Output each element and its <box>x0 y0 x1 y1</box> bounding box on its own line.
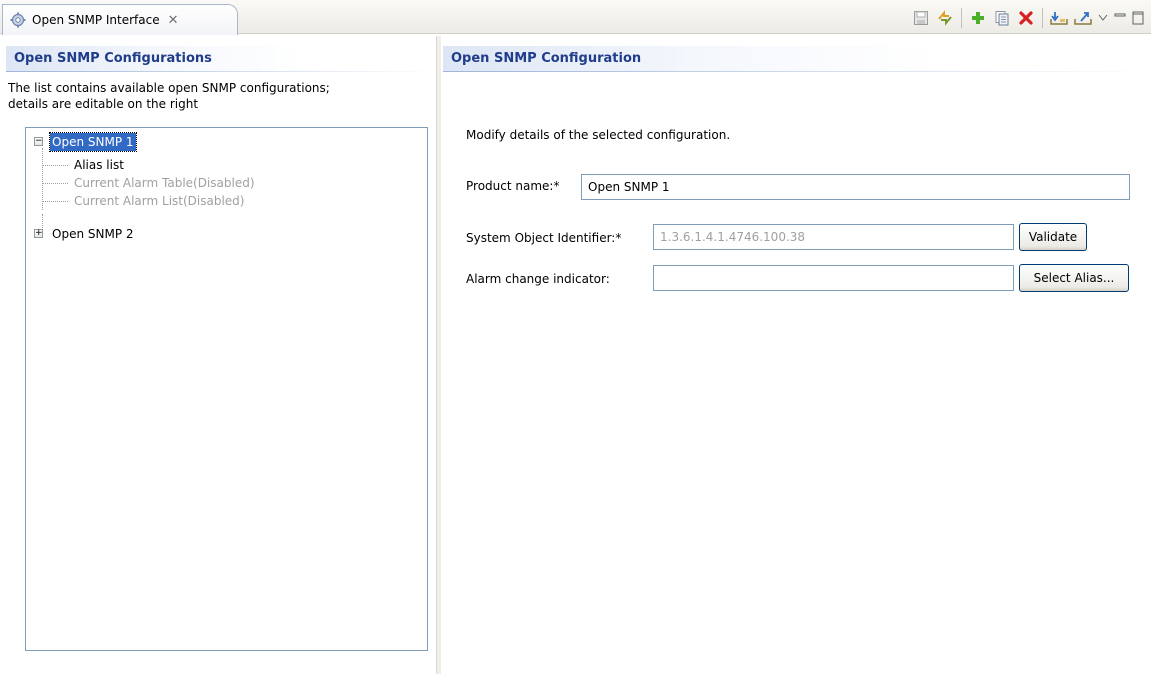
toolbar-separator <box>961 8 962 28</box>
tree-item-label: Current Alarm Table(Disabled) <box>74 176 255 190</box>
configuration-tree[interactable]: − Open SNMP 1 Alias list Current Alarm T… <box>25 127 428 651</box>
tree-connector <box>42 183 68 184</box>
tree-connector <box>42 201 68 202</box>
save-icon[interactable] <box>909 7 933 29</box>
left-description-line2: details are editable on the right <box>8 97 199 111</box>
alarm-change-indicator-field[interactable] <box>653 265 1014 291</box>
collapse-icon[interactable]: − <box>34 137 43 146</box>
refresh-icon[interactable] <box>933 7 957 29</box>
right-description: Modify details of the selected configura… <box>466 128 731 142</box>
tree-item-label[interactable]: Alias list <box>72 156 126 174</box>
copy-icon[interactable] <box>990 7 1014 29</box>
left-description-line1: The list contains available open SNMP co… <box>8 81 330 95</box>
tree-connector <box>42 165 68 166</box>
export-icon[interactable] <box>1071 7 1095 29</box>
alarm-change-indicator-label: Alarm change indicator: <box>466 272 610 286</box>
left-description: The list contains available open SNMP co… <box>8 80 428 112</box>
editor-tab-bar: Open SNMP Interface ✕ <box>0 0 1151 35</box>
maximize-icon[interactable] <box>1129 7 1147 29</box>
right-section-header: Open SNMP Configuration <box>443 46 1151 72</box>
toolbar-separator <box>1042 8 1043 28</box>
expand-icon[interactable]: + <box>34 229 43 238</box>
view-menu-icon[interactable] <box>1095 7 1111 29</box>
validate-button[interactable]: Validate <box>1019 223 1087 251</box>
system-object-identifier-field <box>653 224 1014 250</box>
tab-open-snmp-interface[interactable]: Open SNMP Interface ✕ <box>2 4 238 35</box>
left-section-header: Open SNMP Configurations <box>6 46 434 72</box>
gear-icon <box>10 12 26 28</box>
editor-toolbar <box>909 7 1147 29</box>
tree-node-label[interactable]: Open SNMP 1 <box>49 132 137 152</box>
pane-splitter[interactable] <box>436 36 441 674</box>
close-icon[interactable]: ✕ <box>168 13 179 28</box>
minimize-icon[interactable] <box>1111 7 1129 29</box>
add-icon[interactable] <box>966 7 990 29</box>
select-alias-button[interactable]: Select Alias... <box>1019 264 1129 292</box>
product-name-label: Product name:* <box>466 179 560 193</box>
delete-icon[interactable] <box>1014 7 1038 29</box>
product-name-field[interactable] <box>581 174 1130 200</box>
tab-title: Open SNMP Interface <box>32 13 160 27</box>
system-object-identifier-label: System Object Identifier:* <box>466 231 622 245</box>
import-icon[interactable] <box>1047 7 1071 29</box>
tree-node-label[interactable]: Open SNMP 2 <box>50 225 136 243</box>
tree-item-label: Current Alarm List(Disabled) <box>74 194 245 208</box>
